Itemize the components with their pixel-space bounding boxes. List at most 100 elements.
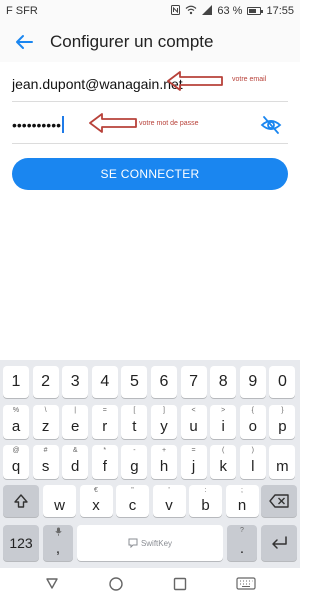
- page-title: Configurer un compte: [50, 32, 214, 51]
- battery-icon: [247, 7, 264, 15]
- key-v[interactable]: ' v: [152, 485, 186, 517]
- key-t[interactable]: [t: [121, 405, 148, 439]
- key-label: a: [11, 417, 21, 435]
- login-button[interactable]: SE CONNECTER: [12, 158, 288, 190]
- back-triangle-icon[interactable]: [44, 576, 60, 592]
- key-o[interactable]: {o: [239, 405, 266, 439]
- carrier-label: F SFR: [6, 5, 38, 17]
- key-label: m: [276, 457, 289, 475]
- key-b[interactable]: :b: [189, 485, 222, 517]
- key-label: u: [189, 417, 198, 435]
- email-annotation-label: votre email: [232, 76, 267, 83]
- key-a[interactable]: % a: [3, 405, 29, 439]
- key-z[interactable]: \ z: [32, 405, 59, 439]
- key-4[interactable]: 4: [91, 366, 118, 398]
- key-i[interactable]: > i: [210, 405, 237, 439]
- key-0[interactable]: 0: [269, 366, 296, 398]
- key-label: l: [251, 457, 255, 475]
- key-label: v: [165, 496, 173, 514]
- key-s[interactable]: # s: [32, 445, 59, 479]
- key-1[interactable]: 1: [3, 366, 29, 398]
- key-sub-label: #: [43, 447, 48, 454]
- arrow-left-icon[interactable]: [4, 22, 44, 62]
- password-annotation-arrow: [89, 113, 137, 133]
- key-sub-label: &: [72, 447, 78, 454]
- symbols-key[interactable]: 123: [3, 525, 39, 561]
- key-label: p: [278, 417, 287, 435]
- key-c[interactable]: " c: [116, 485, 149, 517]
- key-label: 7: [189, 373, 199, 390]
- key-label: i: [221, 417, 225, 435]
- key-5[interactable]: 5: [121, 366, 148, 398]
- nfc-icon: [171, 4, 181, 18]
- backspace-icon: [269, 494, 289, 508]
- key-label: z: [41, 417, 50, 435]
- key-label: j: [191, 457, 196, 475]
- key-q[interactable]: @ q: [3, 445, 29, 479]
- period-sub-label: ?: [240, 527, 244, 534]
- key-j[interactable]: = j: [180, 445, 207, 479]
- eye-off-icon[interactable]: [260, 114, 282, 136]
- enter-key[interactable]: [261, 525, 297, 561]
- key-label: g: [130, 457, 139, 475]
- key-k[interactable]: (k: [210, 445, 237, 479]
- wifi-icon: [185, 5, 197, 18]
- key-g[interactable]: -g: [121, 445, 148, 479]
- key-p[interactable]: } p: [269, 405, 296, 439]
- key-sub-label: ': [168, 487, 170, 494]
- key-d[interactable]: & d: [62, 445, 89, 479]
- key-7[interactable]: 7: [180, 366, 207, 398]
- enter-icon: [272, 536, 287, 549]
- period-key[interactable]: ? .: [227, 525, 257, 561]
- shift-key[interactable]: [3, 485, 39, 517]
- key-sub-label: +: [161, 447, 167, 454]
- key-h[interactable]: + h: [151, 445, 177, 479]
- key-3[interactable]: 3: [62, 366, 89, 398]
- key-n[interactable]: ; n: [225, 485, 259, 517]
- key-w[interactable]: w: [43, 485, 76, 517]
- key-label: y: [160, 417, 168, 435]
- microphone-icon: [43, 527, 73, 538]
- key-sub-label: :: [204, 487, 207, 494]
- key-2[interactable]: 2: [32, 366, 59, 398]
- comma-label: ,: [55, 539, 61, 557]
- key-label: e: [71, 417, 80, 435]
- key-label: 2: [41, 373, 51, 390]
- period-label: .: [239, 539, 245, 557]
- key-u[interactable]: < u: [180, 405, 207, 439]
- key-r[interactable]: = r: [91, 405, 118, 439]
- email-annotation-arrow: [167, 71, 223, 91]
- home-circle-icon[interactable]: [108, 576, 124, 592]
- key-label: 5: [129, 373, 139, 390]
- key-sub-label: ]: [163, 407, 165, 414]
- key-sub-label: -: [133, 447, 136, 454]
- key-6[interactable]: 6: [151, 366, 177, 398]
- email-field[interactable]: jean.dupont@wanagain.net: [12, 66, 288, 102]
- key-y[interactable]: ] y: [151, 405, 177, 439]
- keyboard-hide-icon[interactable]: [236, 577, 256, 591]
- key-e[interactable]: | e: [62, 405, 89, 439]
- battery-percent: 63 %: [217, 5, 243, 17]
- comma-key[interactable]: ,: [43, 525, 73, 561]
- key-label: n: [237, 496, 247, 514]
- recent-apps-icon[interactable]: [172, 576, 188, 592]
- key-sub-label: {: [251, 407, 254, 414]
- key-label: b: [201, 496, 210, 514]
- keyboard: 123 , SwiftKey ? . 1 2 3 4 5 6 7 8 9 0% a \ z | e = r[t]…: [0, 360, 300, 568]
- key-m[interactable]: m: [269, 445, 296, 479]
- key-8[interactable]: 8: [210, 366, 237, 398]
- key-sub-label: ;: [241, 487, 243, 494]
- key-9[interactable]: 9: [239, 366, 266, 398]
- app-bar: Configurer un compte: [0, 22, 300, 62]
- key-sub-label: <: [191, 407, 196, 414]
- clock: 17:55: [266, 5, 294, 17]
- backspace-key[interactable]: [261, 485, 297, 517]
- key-f[interactable]: * f: [91, 445, 118, 479]
- key-label: c: [128, 496, 137, 514]
- key-l[interactable]: ) l: [239, 445, 266, 479]
- space-bar[interactable]: SwiftKey: [77, 525, 223, 561]
- key-x[interactable]: € x: [79, 485, 113, 517]
- key-label: w: [54, 496, 65, 514]
- password-annotation-label: votre mot de passe: [139, 120, 199, 127]
- key-sub-label: @: [12, 447, 20, 454]
